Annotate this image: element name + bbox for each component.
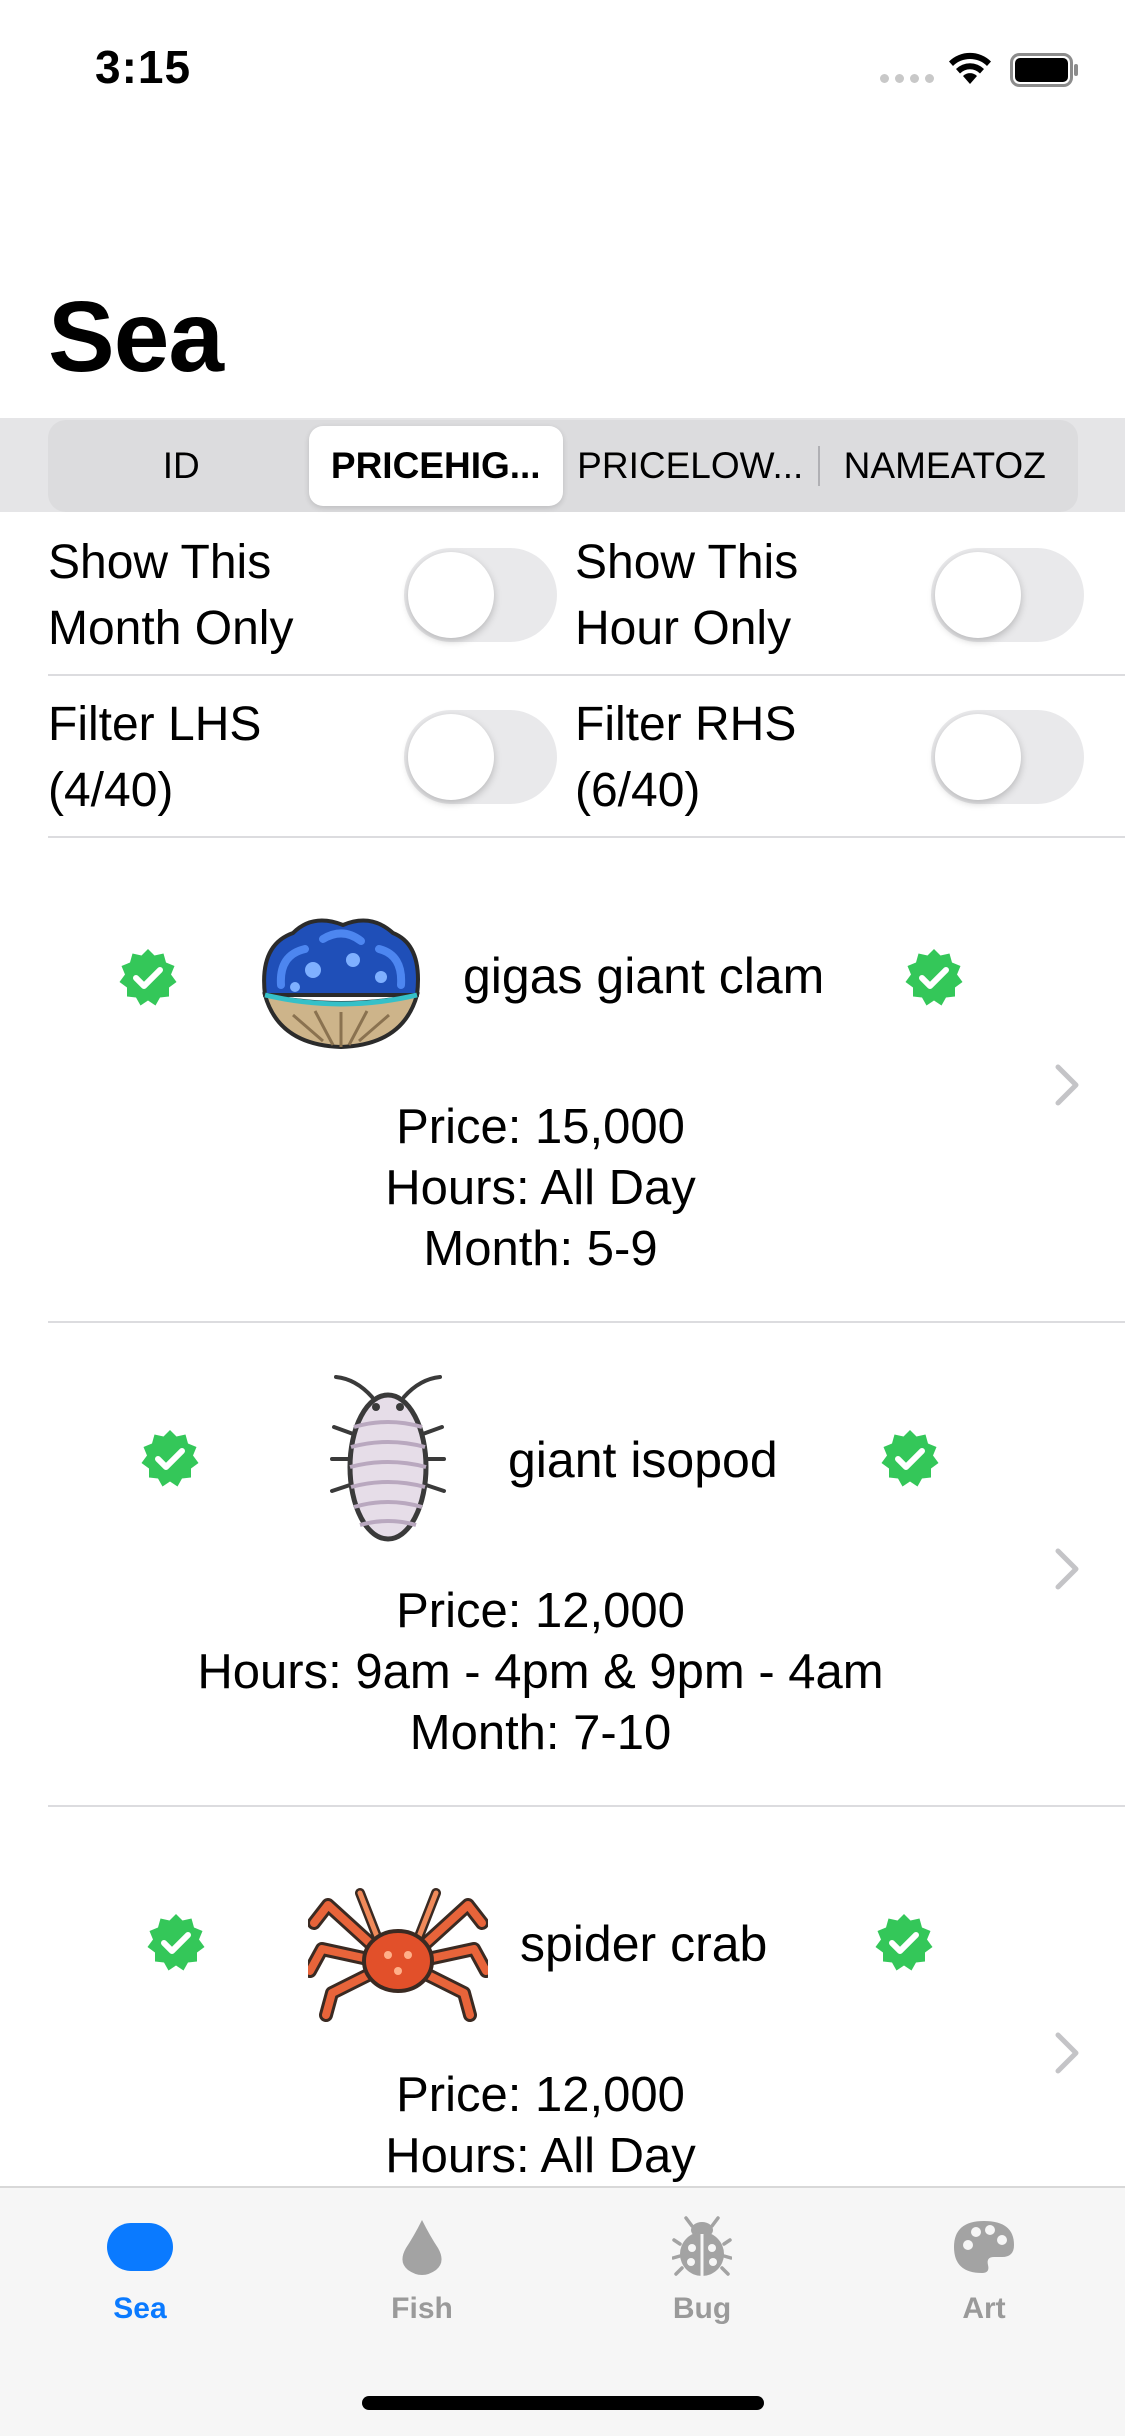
tab-fish[interactable]: Fish (322, 2212, 522, 2326)
item-price: Price: 12,000 (396, 1584, 685, 1638)
palette-icon (954, 2221, 1014, 2273)
wifi-icon (949, 52, 991, 84)
filter-row-side: Filter LHS (4/40) Filter RHS (6/40) (48, 676, 1125, 838)
filter-cell-rhs: Filter RHS (6/40) (575, 676, 1095, 838)
segment-price-high[interactable]: PRICEHIG... (308, 426, 563, 506)
tab-art[interactable]: Art (884, 2212, 1084, 2326)
giant-clam-icon (262, 918, 420, 1050)
status-bar: 3:15 (0, 0, 1125, 132)
item-details: Price: 12,000 Hours: 9am - 4pm & 9pm - 4… (48, 1581, 1033, 1764)
home-indicator (362, 2396, 764, 2410)
toggle-knob (935, 714, 1021, 800)
filter-row-time: Show This Month Only Show This Hour Only (48, 514, 1125, 676)
verified-badge-icon (881, 1430, 939, 1487)
filter-rhs-label: Filter RHS (6/40) (575, 698, 797, 817)
verified-badge-icon (147, 1914, 205, 1971)
chevron-right-icon (1055, 2032, 1079, 2074)
battery-icon (1010, 53, 1078, 87)
filter-cell-lhs: Filter LHS (4/40) (48, 676, 568, 838)
tab-bug[interactable]: Bug (602, 2212, 802, 2326)
spider-crab-icon (308, 1888, 488, 2022)
item-hours: Hours: 9am - 4pm & 9pm - 4am (197, 1645, 884, 1699)
item-details: Price: 12,000 Hours: All Day (48, 2065, 1033, 2187)
filter-lhs-label: Filter LHS (4/40) (48, 698, 262, 817)
show-month-toggle[interactable] (404, 548, 557, 642)
ladybug-icon (672, 2216, 732, 2276)
show-hour-toggle[interactable] (931, 548, 1084, 642)
item-hours: Hours: All Day (385, 1161, 696, 1215)
sort-segmented-control: ID PRICEHIG... PRICELOW... NAMEATOZ (48, 420, 1078, 512)
segment-price-low[interactable]: PRICELOW... (563, 426, 818, 506)
verified-badge-icon (119, 949, 177, 1006)
isopod-icon (330, 1375, 446, 1542)
item-name: gigas giant clam (463, 948, 825, 1004)
list-item[interactable]: giant isopod Price: 12,000 Hours: 9am - … (48, 1323, 1125, 1807)
toggle-knob (408, 714, 494, 800)
sea-icon (107, 2223, 173, 2271)
status-time: 3:15 (95, 41, 192, 93)
drop-icon (402, 2220, 442, 2275)
verified-badge-icon (905, 949, 963, 1006)
toggle-knob (408, 552, 494, 638)
filter-cell-month: Show This Month Only (48, 514, 568, 676)
cellular-signal-icon (880, 74, 934, 83)
verified-badge-icon (141, 1430, 199, 1487)
item-hours: Hours: All Day (385, 2129, 696, 2183)
tab-label: Fish (391, 2292, 453, 2325)
item-name: giant isopod (508, 1432, 778, 1488)
list-item[interactable]: gigas giant clam Price: 15,000 Hours: Al… (48, 839, 1125, 1323)
chevron-right-icon (1055, 1064, 1079, 1106)
filter-rhs-toggle[interactable] (931, 710, 1084, 804)
filter-lhs-toggle[interactable] (404, 710, 557, 804)
chevron-right-icon (1055, 1548, 1079, 1590)
item-month: Month: 7-10 (409, 1706, 672, 1760)
tab-sea[interactable]: Sea (40, 2212, 240, 2326)
item-price: Price: 15,000 (396, 1100, 685, 1154)
segment-name-a-to-z[interactable]: NAMEATOZ (817, 426, 1073, 506)
tab-label: Bug (672, 2292, 732, 2325)
item-price: Price: 12,000 (396, 2068, 685, 2122)
item-month: Month: 5-9 (423, 1222, 658, 1276)
segment-id[interactable]: ID (54, 426, 309, 506)
show-hour-label: Show This Hour Only (575, 536, 799, 655)
tab-label: Art (962, 2292, 1006, 2325)
filter-cell-hour: Show This Hour Only (575, 514, 1095, 676)
page-title: Sea (48, 281, 224, 393)
verified-badge-icon (875, 1914, 933, 1971)
item-details: Price: 15,000 Hours: All Day Month: 5-9 (48, 1097, 1033, 1280)
item-name: spider crab (520, 1916, 768, 1972)
toggle-knob (935, 552, 1021, 638)
show-month-label: Show This Month Only (48, 536, 294, 655)
tab-label: Sea (113, 2292, 167, 2325)
